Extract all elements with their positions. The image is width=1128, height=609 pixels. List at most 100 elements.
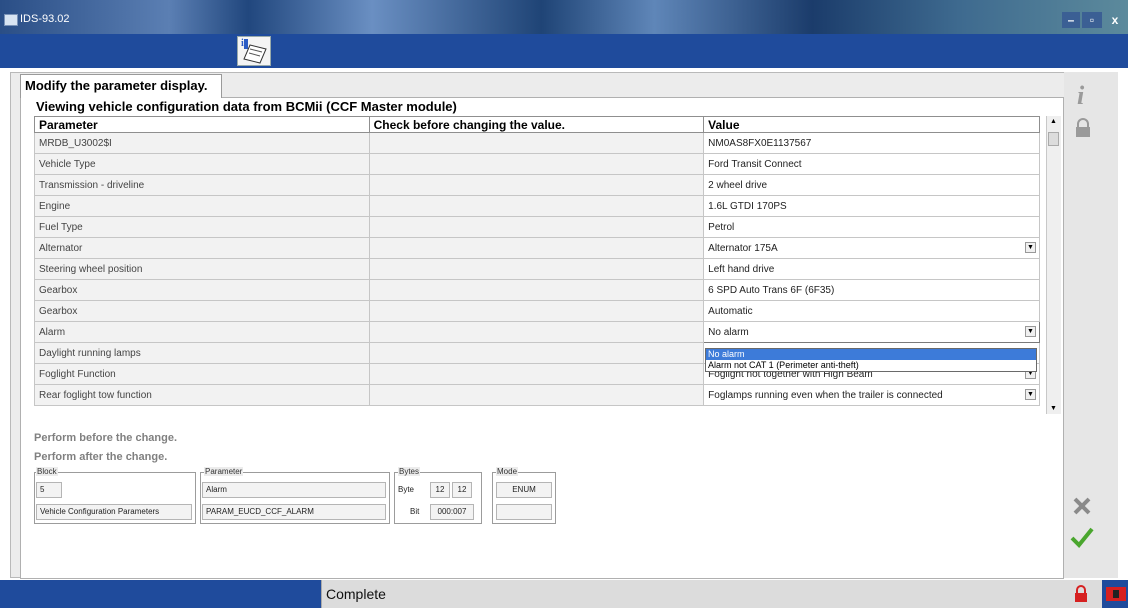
scroll-thumb[interactable] xyxy=(1048,132,1059,146)
block-label: Block xyxy=(36,467,58,476)
table-row[interactable]: Engine 1.6L GTDI 170PS xyxy=(34,195,1040,217)
value-cell[interactable]: 6 SPD Auto Trans 6F (6F35) xyxy=(703,279,1040,301)
block-name-field: Vehicle Configuration Parameters xyxy=(36,504,192,520)
dropdown-option[interactable]: No alarm xyxy=(706,349,1036,360)
scroll-down-icon[interactable]: ▼ xyxy=(1050,405,1057,412)
parameter-cell: Transmission - driveline xyxy=(34,174,370,196)
table-row[interactable]: Alarm No alarm ▼ xyxy=(34,321,1040,343)
value-text: 6 SPD Auto Trans 6F (6F35) xyxy=(708,284,835,296)
minimize-button[interactable]: – xyxy=(1062,12,1080,28)
table-row[interactable]: Gearbox Automatic xyxy=(34,300,1040,322)
table-row[interactable]: Gearbox 6 SPD Auto Trans 6F (6F35) xyxy=(34,279,1040,301)
column-header-parameter[interactable]: Parameter xyxy=(34,116,370,133)
info-button[interactable]: i xyxy=(237,36,271,66)
check-cell xyxy=(368,153,705,175)
value-text: NM0AS8FX0E1137567 xyxy=(708,137,812,149)
parameter-cell: Alarm xyxy=(34,321,370,343)
title-bar xyxy=(0,0,1128,34)
column-header-value[interactable]: Value xyxy=(703,116,1040,133)
value-cell[interactable]: 1.6L GTDI 170PS xyxy=(703,195,1040,217)
value-text: Petrol xyxy=(708,221,735,233)
value-cell[interactable]: Foglamps running even when the trailer i… xyxy=(703,384,1040,406)
value-cell[interactable]: 2 wheel drive xyxy=(703,174,1040,196)
parameter-label: Parameter xyxy=(204,467,244,476)
value-text: Alternator 175A xyxy=(708,242,778,254)
page-heading: Viewing vehicle configuration data from … xyxy=(36,99,457,114)
parameter-cell: Rear foglight tow function xyxy=(34,384,370,406)
dropdown-arrow-icon[interactable]: ▼ xyxy=(1025,326,1036,337)
value-cell[interactable]: NM0AS8FX0E1137567 xyxy=(703,132,1040,154)
bit-value-field: 000:007 xyxy=(430,504,474,520)
alarm-dropdown-list: No alarm Alarm not CAT 1 (Perimeter anti… xyxy=(705,348,1037,372)
parameter-cell: Engine xyxy=(34,195,370,217)
cancel-icon[interactable] xyxy=(1072,496,1092,521)
bytes-label: Bytes xyxy=(398,467,421,476)
table-row[interactable]: Steering wheel position Left hand drive xyxy=(34,258,1040,280)
maximize-button[interactable]: ▫ xyxy=(1082,12,1102,28)
check-cell xyxy=(368,237,705,259)
scroll-up-icon[interactable]: ▲ xyxy=(1050,118,1057,125)
parameter-cell: Gearbox xyxy=(34,279,370,301)
check-cell xyxy=(368,321,705,343)
info-icon[interactable]: i xyxy=(1073,81,1093,113)
check-cell xyxy=(368,216,705,238)
value-cell-selected[interactable]: No alarm ▼ xyxy=(703,321,1040,343)
byte-from-field: 12 xyxy=(430,482,450,498)
check-cell xyxy=(368,279,705,301)
check-cell xyxy=(368,132,705,154)
parameter-name-field: Alarm xyxy=(202,482,386,498)
status-alert-icon[interactable] xyxy=(1106,585,1126,608)
check-cell xyxy=(368,300,705,322)
parameter-cell: Gearbox xyxy=(34,300,370,322)
table-row[interactable]: Fuel Type Petrol xyxy=(34,216,1040,238)
value-cell[interactable]: Left hand drive xyxy=(703,258,1040,280)
check-cell xyxy=(368,174,705,196)
check-cell xyxy=(368,342,705,364)
parameter-cell: Alternator xyxy=(34,237,370,259)
svg-text:i: i xyxy=(1077,82,1085,108)
value-text: Foglamps running even when the trailer i… xyxy=(708,389,943,401)
table-row[interactable]: Alternator Alternator 175A ▼ xyxy=(34,237,1040,259)
dropdown-arrow-icon[interactable]: ▼ xyxy=(1025,389,1036,400)
value-cell[interactable]: Petrol xyxy=(703,216,1040,238)
value-cell[interactable]: Ford Transit Connect xyxy=(703,153,1040,175)
perform-after-text: Perform after the change. xyxy=(34,451,168,463)
window-title: IDS-93.02 xyxy=(20,13,70,25)
check-cell xyxy=(368,363,705,385)
tab-modify-parameter-display[interactable]: Modify the parameter display. xyxy=(20,74,222,98)
status-text: Complete xyxy=(321,580,1062,608)
close-button[interactable]: x xyxy=(1104,12,1126,28)
bit-label: Bit xyxy=(410,507,420,516)
table-header-row: Parameter Check before changing the valu… xyxy=(34,116,1040,133)
parameter-cell: Fuel Type xyxy=(34,216,370,238)
parameter-id-field: PARAM_EUCD_CCF_ALARM xyxy=(202,504,386,520)
toolbar xyxy=(0,34,1128,68)
status-lock-icon[interactable] xyxy=(1073,584,1089,609)
block-number-field: 5 xyxy=(36,482,62,498)
check-icon[interactable] xyxy=(1070,526,1094,553)
byte-label: Byte xyxy=(398,485,415,494)
table-row[interactable]: Rear foglight tow function Foglamps runni… xyxy=(34,384,1040,406)
parameter-cell: Daylight running lamps xyxy=(34,342,370,364)
parameter-cell: Foglight Function xyxy=(34,363,370,385)
table-scrollbar[interactable]: ▲ ▼ xyxy=(1046,116,1061,414)
check-cell xyxy=(368,195,705,217)
parameter-cell: Steering wheel position xyxy=(34,258,370,280)
value-text: 2 wheel drive xyxy=(708,179,768,191)
dropdown-arrow-icon[interactable]: ▼ xyxy=(1025,242,1036,253)
table-row[interactable]: MRDB_U3002$I NM0AS8FX0E1137567 xyxy=(34,132,1040,154)
app-icon xyxy=(4,14,18,26)
value-text: No alarm xyxy=(708,326,749,338)
lock-icon[interactable] xyxy=(1074,118,1092,143)
check-cell xyxy=(368,384,705,406)
value-cell[interactable]: Alternator 175A ▼ xyxy=(703,237,1040,259)
check-cell xyxy=(368,258,705,280)
dropdown-option[interactable]: Alarm not CAT 1 (Perimeter anti-theft) xyxy=(706,360,1036,371)
table-row[interactable]: Vehicle Type Ford Transit Connect xyxy=(34,153,1040,175)
value-text: 1.6L GTDI 170PS xyxy=(708,200,787,212)
column-header-check[interactable]: Check before changing the value. xyxy=(368,116,705,133)
value-text: Ford Transit Connect xyxy=(708,158,802,170)
value-cell[interactable]: Automatic xyxy=(703,300,1040,322)
table-row[interactable]: Transmission - driveline 2 wheel drive xyxy=(34,174,1040,196)
parameter-cell: MRDB_U3002$I xyxy=(34,132,370,154)
